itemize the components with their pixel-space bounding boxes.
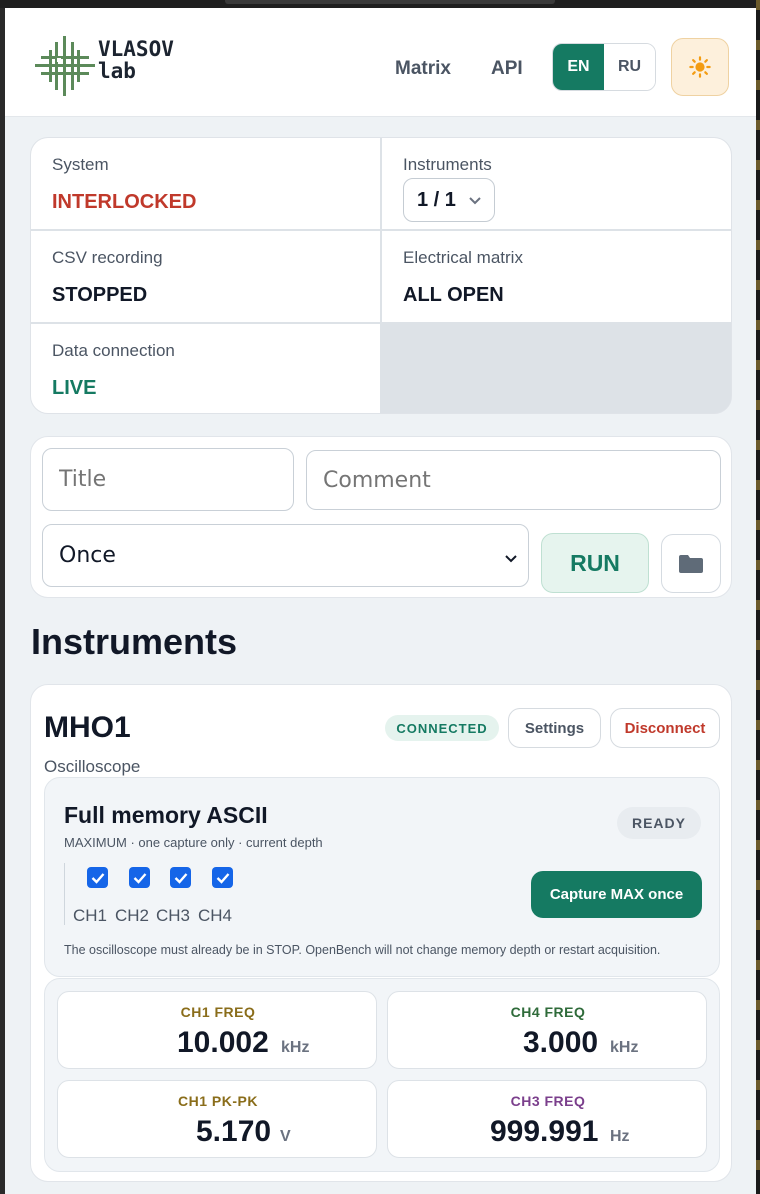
system-value: INTERLOCKED (52, 191, 197, 213)
settings-button[interactable]: Settings (508, 708, 601, 748)
ch4-checkbox[interactable] (212, 867, 233, 888)
instruments-select[interactable]: 1 / 1 (403, 178, 495, 222)
measurement-unit: Hz (610, 1128, 630, 1145)
window-top-strip (0, 0, 760, 8)
title-input[interactable] (42, 448, 294, 511)
run-mode-select[interactable]: Once (42, 524, 529, 587)
status-data-connection: Data connection LIVE (31, 324, 380, 413)
lang-ru-button[interactable]: RU (604, 44, 655, 90)
check-icon (174, 872, 187, 884)
nav-matrix[interactable]: Matrix (395, 58, 451, 80)
check-icon (91, 872, 104, 884)
folder-icon (679, 554, 703, 573)
ch1-label: CH1 (73, 906, 108, 925)
language-switcher: EN RU (552, 43, 656, 91)
capture-note: The oscilloscope must already be in STOP… (64, 943, 661, 957)
system-label: System (52, 155, 109, 174)
capture-title: Full memory ASCII (64, 802, 268, 828)
measurement-label: CH1 PK-PK (178, 1093, 258, 1109)
capture-max-button[interactable]: Capture MAX once (531, 871, 702, 918)
measurement-value: 10.002 (177, 1026, 269, 1059)
logo-icon (35, 36, 95, 96)
status-badge: CONNECTED (385, 715, 499, 741)
instrument-card: MHO1 Oscilloscope CONNECTED Settings Dis… (30, 684, 732, 1182)
measurement-card: CH4 FREQ 3.000 kHz (387, 991, 707, 1069)
measurement-value: 3.000 (523, 1026, 599, 1059)
matrix-value: ALL OPEN (403, 284, 504, 306)
ch4-label: CH4 (198, 906, 233, 925)
app-frame: VLASOV lab Matrix API EN RU System INTER… (5, 8, 756, 1194)
measurement-label: CH4 FREQ (510, 1004, 586, 1020)
header: VLASOV lab Matrix API EN RU (5, 8, 756, 117)
window-edge (756, 0, 760, 1194)
measurement-label: CH3 FREQ (510, 1093, 586, 1109)
status-panel: System INTERLOCKED Instruments 1 / 1 CSV… (30, 137, 732, 414)
csv-label: CSV recording (52, 248, 163, 267)
ch2-label: CH2 (115, 906, 150, 925)
capture-panel: Full memory ASCII MAXIMUM · one capture … (44, 777, 720, 977)
theme-toggle-button[interactable] (671, 38, 729, 96)
logo-text-line1: VLASOV (98, 37, 174, 61)
measurement-unit: V (280, 1128, 291, 1145)
channel-divider (64, 863, 65, 925)
measurement-unit: kHz (610, 1039, 639, 1056)
instrument-name: MHO1 (44, 711, 131, 744)
ch3-checkbox[interactable] (170, 867, 191, 888)
instruments-value: 1 / 1 (417, 188, 456, 211)
instrument-type: Oscilloscope (44, 757, 141, 776)
chevron-down-icon (469, 197, 481, 205)
open-folder-button[interactable] (661, 534, 721, 593)
run-panel: Once RUN (30, 436, 732, 598)
sun-icon (689, 56, 711, 78)
csv-value: STOPPED (52, 284, 148, 306)
capture-subtitle: MAXIMUM · one capture only · current dep… (64, 835, 323, 850)
instruments-label: Instruments (403, 155, 492, 174)
data-connection-label: Data connection (52, 341, 175, 360)
logo-text: VLASOV lab (98, 38, 174, 82)
data-connection-value: LIVE (52, 377, 97, 399)
section-title: Instruments (31, 621, 238, 662)
check-icon (216, 872, 229, 884)
chevron-down-icon (505, 555, 517, 563)
measurement-value: 5.170 (196, 1115, 272, 1148)
measurement-card: CH3 FREQ 999.991 Hz (387, 1080, 707, 1158)
measurement-label: CH1 FREQ (180, 1004, 256, 1020)
logo-text-line2: lab (98, 59, 136, 83)
ch2-checkbox[interactable] (129, 867, 150, 888)
ch3-label: CH3 (156, 906, 191, 925)
ready-badge: READY (617, 807, 701, 839)
check-icon (133, 872, 146, 884)
run-button[interactable]: RUN (541, 533, 649, 593)
nav-api[interactable]: API (491, 58, 523, 80)
measurement-card: CH1 PK-PK 5.170 V (57, 1080, 377, 1158)
status-instruments: Instruments 1 / 1 (382, 138, 731, 229)
status-matrix: Electrical matrix ALL OPEN (382, 231, 731, 322)
comment-input[interactable] (306, 450, 721, 510)
matrix-label: Electrical matrix (403, 248, 523, 267)
ch1-checkbox[interactable] (87, 867, 108, 888)
measurement-card: CH1 FREQ 10.002 kHz (57, 991, 377, 1069)
measurements-panel: CH1 FREQ 10.002 kHz CH4 FREQ 3.000 kHz C… (44, 978, 720, 1172)
disconnect-button[interactable]: Disconnect (610, 708, 720, 748)
measurement-value: 999.991 (490, 1115, 599, 1148)
run-mode-value: Once (59, 543, 116, 568)
measurement-unit: kHz (281, 1039, 310, 1056)
status-csv: CSV recording STOPPED (31, 231, 380, 322)
status-system: System INTERLOCKED (31, 138, 380, 229)
lang-en-button[interactable]: EN (553, 44, 604, 90)
